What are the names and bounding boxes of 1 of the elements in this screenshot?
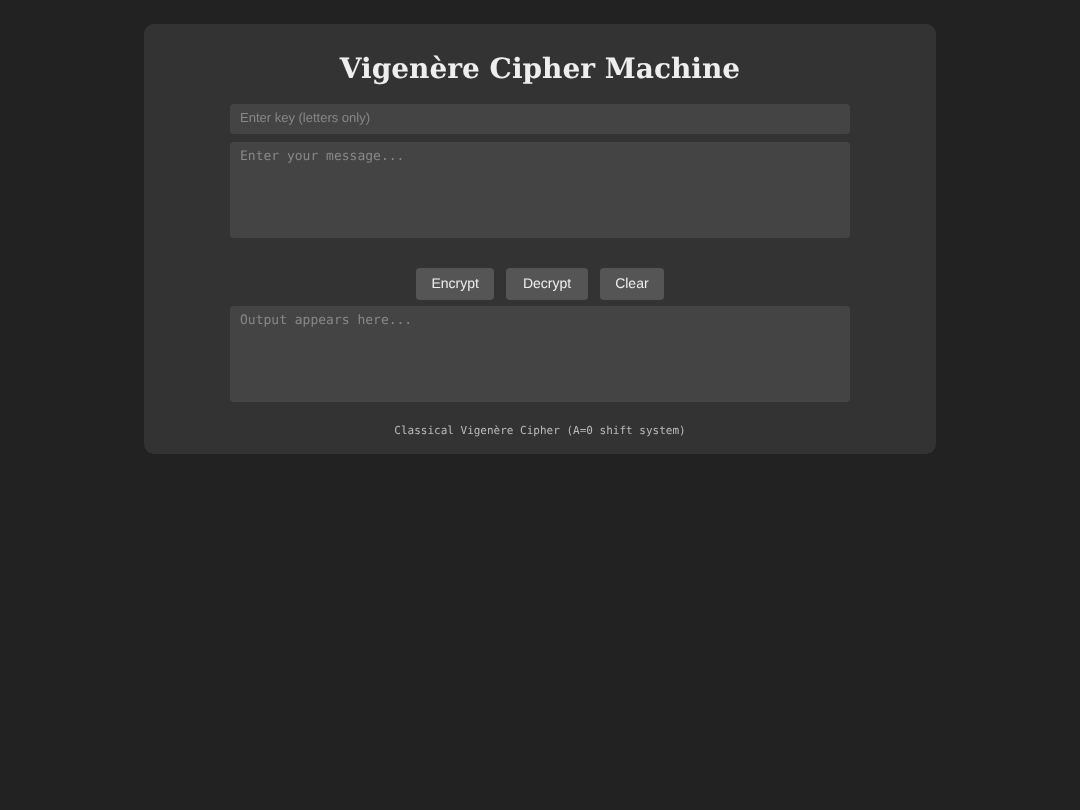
app-title: Vigenère Cipher Machine xyxy=(337,52,743,88)
